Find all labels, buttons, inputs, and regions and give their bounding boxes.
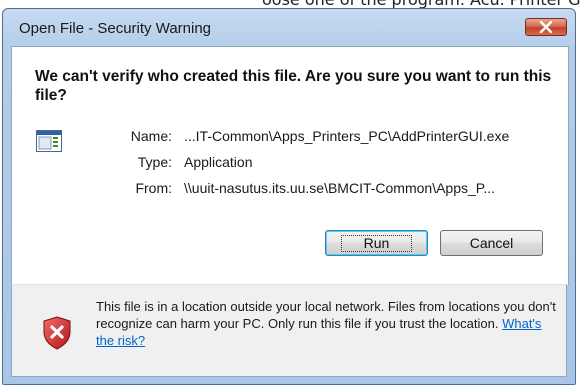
field-from-value: \\uuit-nasutus.its.uu.se\BMCIT-Common\Ap…: [184, 180, 495, 196]
window-title: Open File - Security Warning: [19, 20, 212, 37]
field-type-label: Type:: [137, 154, 172, 170]
warning-headline: We can't verify who created this file. A…: [35, 68, 552, 104]
security-warning-dialog: Open File - Security Warning We can't ve…: [2, 8, 576, 385]
footer-message-block: This file is in a location outside your …: [96, 298, 556, 349]
dialog-content: We can't verify who created this file. A…: [11, 46, 569, 285]
field-from-label: From:: [135, 180, 172, 196]
field-type-value: Application: [184, 154, 253, 170]
cancel-button[interactable]: Cancel: [440, 230, 543, 256]
run-button-label: Run: [340, 234, 413, 252]
footer-message: This file is in a location outside your …: [96, 299, 556, 331]
field-name-label: Name:: [130, 128, 172, 144]
close-button[interactable]: [525, 18, 567, 36]
cancel-button-label: Cancel: [469, 235, 514, 251]
title-bar[interactable]: Open File - Security Warning: [3, 9, 575, 45]
warning-footer: This file is in a location outside your …: [11, 284, 567, 377]
close-icon: [539, 21, 553, 33]
field-name-value: ...IT-Common\Apps_Printers_PC\AddPrinter…: [184, 128, 510, 144]
shield-error-icon: [43, 316, 71, 350]
run-button[interactable]: Run: [325, 230, 428, 256]
